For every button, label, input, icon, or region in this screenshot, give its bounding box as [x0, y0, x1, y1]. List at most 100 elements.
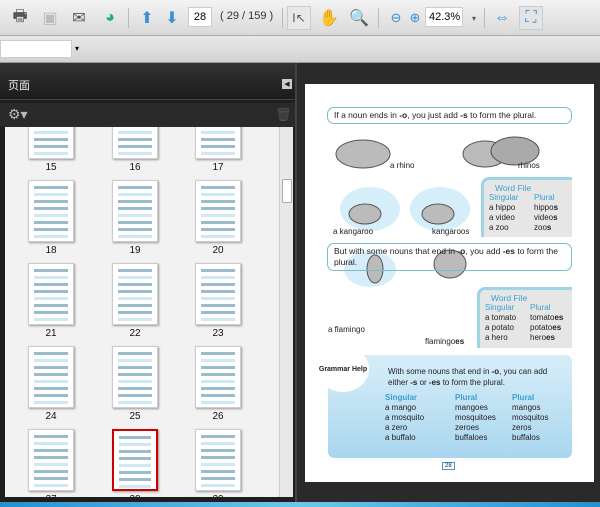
cell: potatoes — [530, 323, 562, 332]
caption: a rhino — [390, 161, 415, 170]
cell: videos — [534, 213, 558, 222]
cell: a hero — [485, 333, 508, 342]
chevron-down-icon[interactable]: ▾ — [75, 44, 79, 53]
print-icon[interactable]: 🖶 — [8, 6, 32, 30]
word-file-title: Word File — [495, 183, 532, 193]
fit-width-icon[interactable]: ⇔ — [490, 6, 514, 30]
page-thumbnail[interactable] — [195, 180, 241, 242]
caption: a flamingo — [328, 325, 365, 334]
document-page: If a noun ends in -o, you just add -s to… — [305, 84, 594, 482]
cell: hippos — [534, 203, 559, 212]
text: , you just add — [407, 110, 461, 120]
page-thumbnail-label: 17 — [212, 162, 224, 173]
panel-options-bar: ⚙▾ 🗑 — [0, 103, 295, 127]
scrollbar-thumb[interactable] — [282, 179, 292, 203]
page-thumbnail[interactable] — [28, 127, 74, 159]
cell: a zoo — [489, 223, 509, 232]
web-upload-icon[interactable]: ◕ — [98, 6, 122, 30]
page-thumbnail[interactable] — [28, 346, 74, 408]
page-thumbnail[interactable] — [112, 263, 158, 325]
main-toolbar: 🖶 ▣ ✉ ◕ ⬆ ⬇ 28 ( 29 / 159 ) I↖ ✋ 🔍 ⊖ ⊕ 4… — [0, 0, 600, 36]
thumbnail-list: 15 16 17 18 19 20 21 22 23 24 25 26 27 28 29 — [5, 127, 279, 497]
cell: tomatoes — [530, 313, 564, 322]
gear-icon[interactable]: ⚙▾ — [8, 106, 28, 123]
caption: flamingoes — [425, 337, 465, 346]
page-thumbnail-label: 15 — [45, 162, 57, 173]
cell: a hippo — [489, 203, 516, 212]
text: -es — [502, 246, 515, 256]
text: to form the plural. — [467, 110, 537, 120]
secondary-toolbar — [0, 36, 600, 63]
grammar-text: With some nouns that end in -o, you can … — [388, 367, 548, 387]
marquee-zoom-icon[interactable]: 🔍 — [347, 6, 371, 30]
grammar-col: Plural mangos mosquitos zeros buffalos — [512, 393, 549, 442]
cell: a tomato — [485, 313, 517, 322]
page-thumbnail-label: 24 — [45, 411, 57, 422]
divider — [378, 8, 379, 28]
divider — [282, 8, 283, 28]
page-thumbnail-label: 18 — [45, 245, 57, 256]
panel-header — [0, 63, 295, 100]
page-thumbnail-label: 20 — [212, 245, 224, 256]
zoom-in-icon[interactable]: ⊕ — [403, 6, 427, 30]
fit-page-icon[interactable]: ⛶ — [519, 6, 543, 30]
grammar-help-badge: Grammar Help — [317, 346, 369, 392]
page-thumbnail[interactable] — [112, 429, 158, 491]
save-icon[interactable]: ▣ — [38, 6, 62, 30]
word-file-box: Word File Singular a tomato a potato a hero… — [477, 287, 572, 348]
col-header: Singular — [489, 193, 519, 202]
page-number-input[interactable]: 28 — [188, 7, 212, 27]
select-tool-icon[interactable]: I↖ — [287, 6, 311, 30]
page-thumbnail[interactable] — [195, 346, 241, 408]
page-thumbnail[interactable] — [28, 429, 74, 491]
page-number: 28 — [442, 462, 455, 470]
caption: a kangaroo — [333, 227, 374, 236]
collapse-panel-button[interactable]: ◀ — [282, 79, 292, 89]
panel-title: 页面 — [8, 80, 30, 92]
page-thumbnail[interactable] — [195, 263, 241, 325]
grammar-col: Singular a mango a mosquito a zero a buffalo — [385, 393, 425, 442]
cell: zoos — [534, 223, 552, 232]
trash-icon[interactable]: 🗑 — [275, 107, 292, 123]
page-thumbnail-label: 21 — [45, 328, 57, 339]
page-thumbnail-label: 16 — [129, 162, 141, 173]
page-thumbnail[interactable] — [195, 127, 241, 159]
taskbar-strip — [0, 502, 600, 507]
hand-tool-icon[interactable]: ✋ — [317, 6, 341, 30]
col-header: Plural — [530, 303, 551, 312]
page-thumbnail-label: 27 — [28, 494, 74, 497]
col-header: Plural — [534, 193, 555, 202]
page-thumbnail-label: 23 — [212, 328, 224, 339]
page-thumbnail[interactable] — [195, 429, 241, 491]
col-header: Singular — [485, 303, 515, 312]
grammar-col: Plural mangoes mosquitoes zeroes buffaloes — [455, 393, 496, 442]
text: -s — [460, 110, 468, 120]
page-thumbnail[interactable] — [28, 180, 74, 242]
page-thumbnail[interactable] — [28, 263, 74, 325]
page-thumbnail-label: 19 — [129, 245, 141, 256]
text: , you add — [465, 246, 503, 256]
rule-banner-s: If a noun ends in -o, you just add -s to… — [327, 107, 572, 124]
toolbar-dropdown[interactable] — [0, 40, 72, 58]
prev-page-icon[interactable]: ⬆ — [135, 6, 159, 30]
cell: heroes — [530, 333, 555, 342]
text: But with some nouns that end in — [334, 246, 458, 256]
thumbnail-scrollbar[interactable] — [279, 127, 293, 497]
cell: a potato — [485, 323, 514, 332]
page-count: ( 29 / 159 ) — [220, 10, 274, 22]
cell: a video — [489, 213, 515, 222]
page-thumbnail[interactable] — [112, 180, 158, 242]
caption: rhinos — [518, 161, 540, 170]
next-page-icon[interactable]: ⬇ — [160, 6, 184, 30]
word-file-title: Word File — [491, 293, 528, 303]
page-thumbnail[interactable] — [112, 127, 158, 159]
page-thumbnail-label: 22 — [129, 328, 141, 339]
page-thumbnail[interactable] — [112, 346, 158, 408]
text: If a noun ends in — [334, 110, 400, 120]
zoom-level-input[interactable]: 42.3% — [425, 7, 463, 27]
chevron-down-icon[interactable]: ▾ — [462, 6, 486, 30]
rule-banner-es: But with some nouns that end in -o, you … — [327, 243, 572, 271]
email-icon[interactable]: ✉ — [67, 6, 91, 30]
page-thumbnail-label: 29 — [195, 494, 241, 497]
divider — [128, 8, 129, 28]
